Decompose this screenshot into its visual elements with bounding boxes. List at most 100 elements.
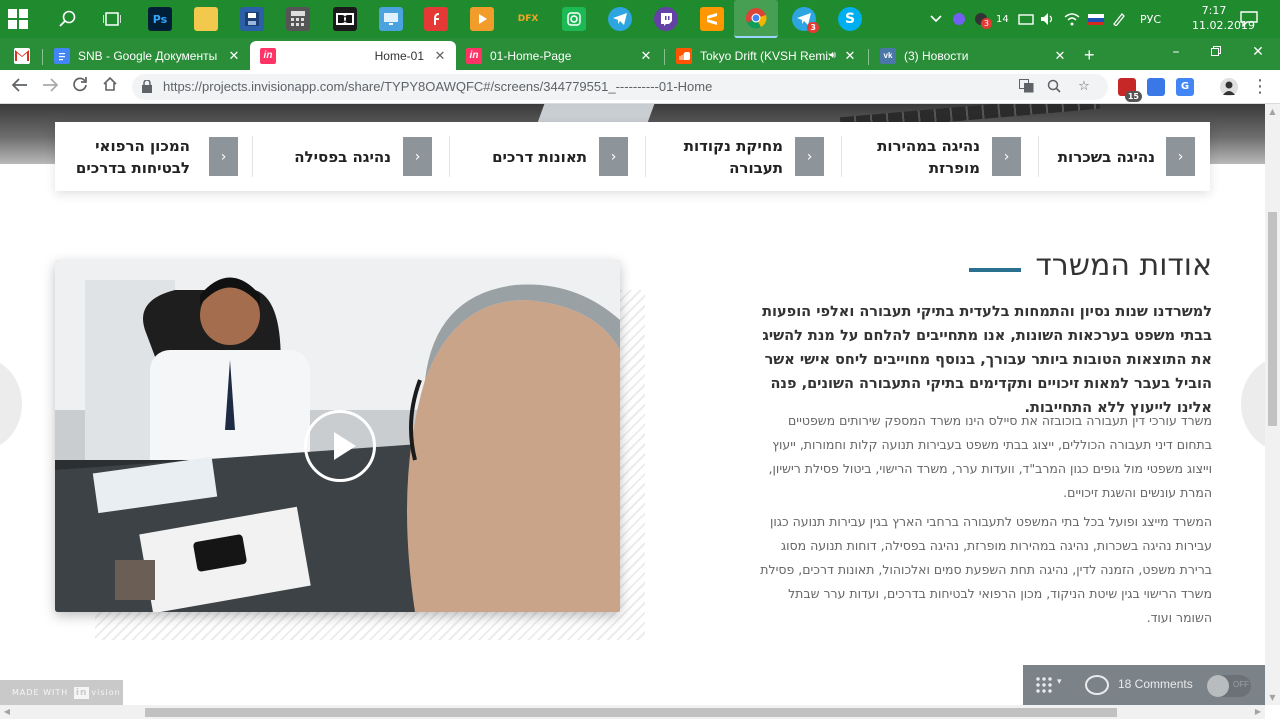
scrollbar-thumb[interactable] xyxy=(145,708,1117,717)
bookmark-star-icon[interactable]: ☆ xyxy=(1076,79,1092,95)
comment-bubble-icon[interactable] xyxy=(1085,675,1109,695)
category-nav: נהיגה בשכרות › נהיגה במהירות מופרזת › מח… xyxy=(55,122,1210,191)
close-tab-icon[interactable]: ✕ xyxy=(842,48,858,64)
google-translate-extension-icon[interactable]: G xyxy=(1176,78,1194,96)
invision-toolbar: ▾ 18 Comments OFF xyxy=(1023,665,1265,705)
telegram-icon[interactable]: 3 xyxy=(792,7,819,33)
category-medical-institute[interactable]: המכון הרפואי לבטיחות בדרכים › xyxy=(55,122,252,191)
close-window-icon[interactable]: ✕ xyxy=(1244,42,1272,62)
tab-title: (3) Новости xyxy=(904,48,969,63)
comments-toggle[interactable]: OFF xyxy=(1207,675,1251,697)
flash-icon[interactable] xyxy=(424,7,448,31)
extension-lock-icon[interactable] xyxy=(1147,78,1165,96)
address-bar[interactable]: https://projects.invisionapp.com/share/T… xyxy=(132,74,1108,100)
about-lead-paragraph: למשרדנו שנות נסיון והתמחות בלעדית בתיקי … xyxy=(762,304,1212,416)
telegram-icon[interactable] xyxy=(608,7,632,31)
comments-count[interactable]: 18 Comments xyxy=(1118,677,1193,691)
photoshop-icon[interactable]: Ps xyxy=(148,7,172,31)
close-tab-icon[interactable]: ✕ xyxy=(1052,48,1068,64)
url-text[interactable]: https://projects.invisionapp.com/share/T… xyxy=(163,79,712,94)
made-with-invision-badge[interactable]: MADE WITH in vision xyxy=(0,680,123,705)
category-disqualified-driving[interactable]: נהיגה בפסילה › xyxy=(254,122,449,191)
close-tab-icon[interactable]: ✕ xyxy=(432,48,448,64)
horizontal-scrollbar[interactable]: ◀ ▶ xyxy=(0,705,1265,719)
restore-icon[interactable] xyxy=(1202,42,1230,62)
dolby-icon[interactable] xyxy=(333,7,357,31)
translate-icon[interactable] xyxy=(1018,79,1034,95)
vk-icon: vk xyxy=(880,47,896,64)
vertical-scrollbar[interactable]: ▲ ▼ xyxy=(1265,104,1280,705)
browser-toolbar: https://projects.invisionapp.com/share/T… xyxy=(0,70,1280,104)
category-drunk-driving[interactable]: נהיגה בשכרות › xyxy=(1040,122,1210,191)
tab-soundcloud[interactable]: Tokyo Drift (KVSH Remix) 🔊︎ ✕ xyxy=(666,41,866,70)
category-speeding[interactable]: נהיגה במהירות מופרזת › xyxy=(843,122,1038,191)
russian-flag-icon[interactable] xyxy=(1088,0,1104,38)
new-tab-button[interactable]: + xyxy=(1080,41,1106,70)
tray-app-icon[interactable]: 3 xyxy=(974,0,992,38)
lock-icon[interactable] xyxy=(142,80,152,93)
sublime-icon[interactable] xyxy=(700,7,724,31)
scroll-down-icon[interactable]: ▼ xyxy=(1265,690,1280,705)
chrome-icon[interactable] xyxy=(734,0,778,38)
tab-google-docs[interactable]: SNB - Google Документы ✕ xyxy=(44,41,250,70)
volume-icon[interactable] xyxy=(1040,0,1056,38)
tab-title: 01-Home-Page xyxy=(490,48,572,63)
pen-icon[interactable] xyxy=(1112,0,1126,38)
browser-menu-icon[interactable]: ⋮ xyxy=(1248,76,1272,98)
close-tab-icon[interactable]: ✕ xyxy=(226,48,242,64)
play-icon[interactable] xyxy=(304,410,376,482)
close-tab-icon[interactable]: ✕ xyxy=(638,48,654,64)
viber-icon[interactable] xyxy=(952,0,966,38)
tab-audio-icon[interactable]: 🔊︎ xyxy=(830,50,836,61)
telegram-unread-badge: 3 xyxy=(807,22,819,33)
save-floppy-icon[interactable] xyxy=(240,7,264,31)
extension-badge: 15 xyxy=(1124,91,1142,102)
category-points-erasure[interactable]: מחיקת נקודות תעבורה › xyxy=(647,122,841,191)
calculator-icon[interactable] xyxy=(286,7,310,31)
file-explorer-icon[interactable] xyxy=(194,7,218,31)
monitor-icon[interactable] xyxy=(379,7,403,31)
twitch-icon[interactable] xyxy=(654,7,678,31)
wifi-icon[interactable] xyxy=(1064,0,1080,38)
chevron-icon: › xyxy=(1166,137,1195,176)
windows-start-icon[interactable] xyxy=(8,9,28,29)
caret-down-icon[interactable]: ▾ xyxy=(1057,677,1062,687)
reload-icon[interactable] xyxy=(68,76,92,98)
scroll-left-icon[interactable]: ◀ xyxy=(0,705,14,719)
tab-01-home-page[interactable]: in 01-Home-Page ✕ xyxy=(456,41,662,70)
notifications-icon[interactable] xyxy=(1240,0,1258,38)
carousel-next-arrow[interactable] xyxy=(1241,356,1265,452)
profile-avatar[interactable] xyxy=(1220,78,1238,96)
scrollbar-thumb[interactable] xyxy=(1268,212,1277,426)
system-clock[interactable]: 7:17 11.02.2019 xyxy=(1192,3,1255,33)
category-road-accidents[interactable]: תאונות דרכים › xyxy=(451,122,645,191)
forward-icon[interactable] xyxy=(38,76,62,98)
scroll-right-icon[interactable]: ▶ xyxy=(1251,705,1265,719)
skype-icon[interactable]: S xyxy=(838,7,862,31)
back-icon[interactable] xyxy=(8,76,32,98)
task-view-icon[interactable] xyxy=(100,7,124,31)
tab-vk-news[interactable]: vk (3) Новости ✕ xyxy=(870,41,1076,70)
invision-logo-mark: in xyxy=(73,687,90,699)
tab-gmail[interactable] xyxy=(4,41,40,70)
media-player-icon[interactable] xyxy=(470,7,494,31)
carousel-prev-arrow[interactable] xyxy=(0,356,22,452)
tray-chevron-icon[interactable] xyxy=(930,0,942,38)
screens-grid-icon[interactable] xyxy=(1035,676,1053,694)
category-label: נהיגה במהירות מופרזת xyxy=(877,136,980,177)
scroll-up-icon[interactable]: ▲ xyxy=(1265,104,1280,119)
zoom-icon[interactable] xyxy=(1046,79,1062,95)
instagram-icon[interactable] xyxy=(562,7,586,31)
chevron-icon: › xyxy=(795,137,824,176)
search-icon[interactable] xyxy=(56,7,80,31)
language-indicator[interactable]: РУС xyxy=(1140,0,1161,38)
extension-shield-icon[interactable]: 15 xyxy=(1118,78,1142,102)
tab-title: SNB - Google Документы xyxy=(78,48,218,63)
dfx-icon[interactable]: DFX xyxy=(516,7,540,31)
network-icon[interactable] xyxy=(1018,0,1034,38)
minimize-icon[interactable]: – xyxy=(1162,42,1190,62)
home-icon[interactable] xyxy=(98,76,122,98)
category-label: מחיקת נקודות תעבורה xyxy=(683,136,783,177)
tab-home-01[interactable]: in Home-01 ✕ xyxy=(250,41,456,70)
about-video[interactable] xyxy=(55,260,620,612)
